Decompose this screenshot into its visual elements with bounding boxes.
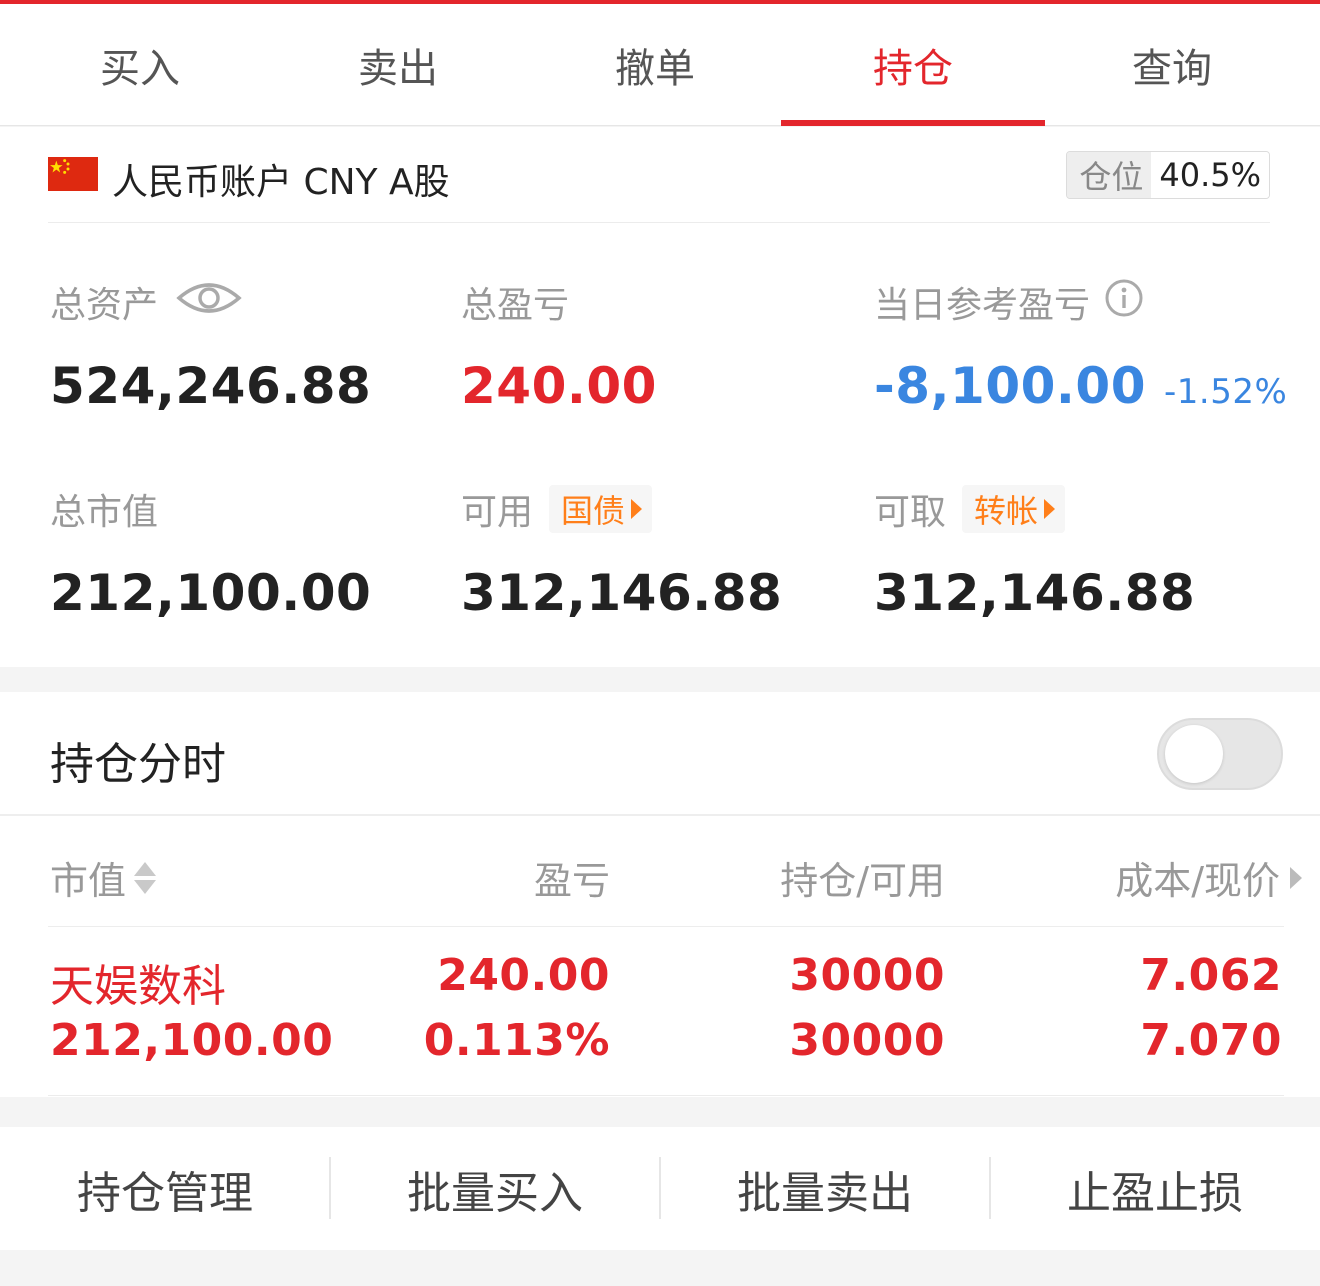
treasury-bond-label: 国债 (561, 492, 626, 530)
market-value-value: 212,100.00 (50, 564, 372, 622)
divider (48, 926, 1284, 927)
total-assets: 总资产 524,246.88 (50, 277, 371, 415)
market-value-label: 总市值 (50, 492, 159, 533)
divider (0, 814, 1320, 816)
tab-query[interactable]: 查询 (1040, 4, 1304, 126)
chevron-right-icon (631, 499, 643, 519)
holdings-intraday-toggle[interactable] (1157, 718, 1283, 790)
daily-pnl-value: -8,100.00 (874, 357, 1146, 415)
stop-profit-loss-button[interactable]: 止盈止损 (990, 1127, 1320, 1250)
account-summary-card: 人民币账户 CNY A股 仓位 40.5% 总资产 524,246.88 总盈亏… (0, 127, 1320, 667)
withdrawable-funds: 可取 转帐 312,146.88 (874, 484, 1195, 622)
column-pnl: 盈亏 (534, 850, 610, 905)
total-pnl: 总盈亏 240.00 (461, 277, 657, 415)
available-label: 可用 (461, 492, 534, 533)
account-header: 人民币账户 CNY A股 仓位 40.5% (48, 127, 1270, 223)
column-position-label: 持仓/可用 (780, 859, 945, 903)
position-value: 40.5% (1151, 152, 1269, 198)
total-pnl-label: 总盈亏 (461, 285, 570, 326)
available-value: 312,146.88 (461, 564, 783, 622)
stock-available: 30000 (789, 1015, 945, 1066)
batch-buy-button[interactable]: 批量买入 (330, 1127, 660, 1250)
position-label: 仓位 (1067, 152, 1152, 198)
column-cost-label: 成本/现价 (1115, 859, 1280, 903)
divider (48, 1095, 1284, 1096)
stock-name: 天娱数科 (50, 961, 226, 1012)
cn-flag-icon (48, 157, 98, 191)
tab-bar: 买入 卖出 撤单 持仓 查询 (0, 4, 1320, 126)
tab-sell[interactable]: 卖出 (266, 4, 530, 126)
stock-market-value: 212,100.00 (50, 1015, 334, 1066)
withdrawable-value: 312,146.88 (874, 564, 1196, 622)
tab-buy[interactable]: 买入 (8, 4, 272, 126)
total-assets-label: 总资产 (50, 285, 159, 326)
holdings-section: 持仓分时 市值 盈亏 持仓/可用 成本/现价 天娱数科 212,100.00 2… (0, 692, 1320, 1097)
total-assets-value: 524,246.88 (50, 357, 372, 415)
tab-holdings[interactable]: 持仓 (781, 4, 1045, 126)
column-market-value-label: 市值 (50, 859, 127, 903)
treasury-bond-button[interactable]: 国债 (549, 485, 653, 533)
stock-pnl: 240.00 (437, 950, 610, 1001)
eye-icon[interactable] (176, 278, 242, 327)
manage-holdings-button[interactable]: 持仓管理 (0, 1127, 330, 1250)
holdings-intraday-title: 持仓分时 (50, 739, 226, 790)
sort-icon (134, 861, 157, 894)
withdrawable-label: 可取 (874, 492, 947, 533)
daily-pnl-label: 当日参考盈亏 (874, 285, 1091, 326)
batch-sell-button[interactable]: 批量卖出 (660, 1127, 990, 1250)
column-pnl-label: 盈亏 (533, 859, 610, 903)
position-ratio-badge: 仓位 40.5% (1066, 151, 1270, 199)
total-pnl-value: 240.00 (461, 357, 657, 415)
column-market-value[interactable]: 市值 (50, 850, 157, 905)
transfer-button[interactable]: 转帐 (962, 485, 1066, 533)
stock-cost: 7.062 (1140, 950, 1282, 1001)
toggle-knob (1165, 725, 1223, 783)
stock-price: 7.070 (1140, 1015, 1282, 1066)
tab-cancel[interactable]: 撤单 (523, 4, 787, 126)
action-bar: 持仓管理 批量买入 批量卖出 止盈止损 (0, 1127, 1320, 1250)
account-name: 人民币账户 CNY A股 (112, 162, 450, 203)
chevron-right-icon (1044, 499, 1056, 519)
daily-pnl-pct: -1.52% (1163, 372, 1288, 412)
column-position-available: 持仓/可用 (780, 850, 945, 905)
stock-position: 30000 (789, 950, 945, 1001)
info-icon[interactable] (1104, 278, 1144, 327)
stock-pnl-pct: 0.113% (423, 1015, 610, 1066)
daily-pnl: 当日参考盈亏 -8,100.00 -1.52% (874, 277, 1287, 415)
column-cost-price[interactable]: 成本/现价 (1115, 850, 1302, 905)
market-value: 总市值 212,100.00 (50, 484, 371, 622)
transfer-label: 转帐 (974, 492, 1039, 530)
chevron-right-icon (1290, 866, 1302, 889)
available-funds: 可用 国债 312,146.88 (461, 484, 782, 622)
active-tab-indicator (781, 120, 1045, 126)
